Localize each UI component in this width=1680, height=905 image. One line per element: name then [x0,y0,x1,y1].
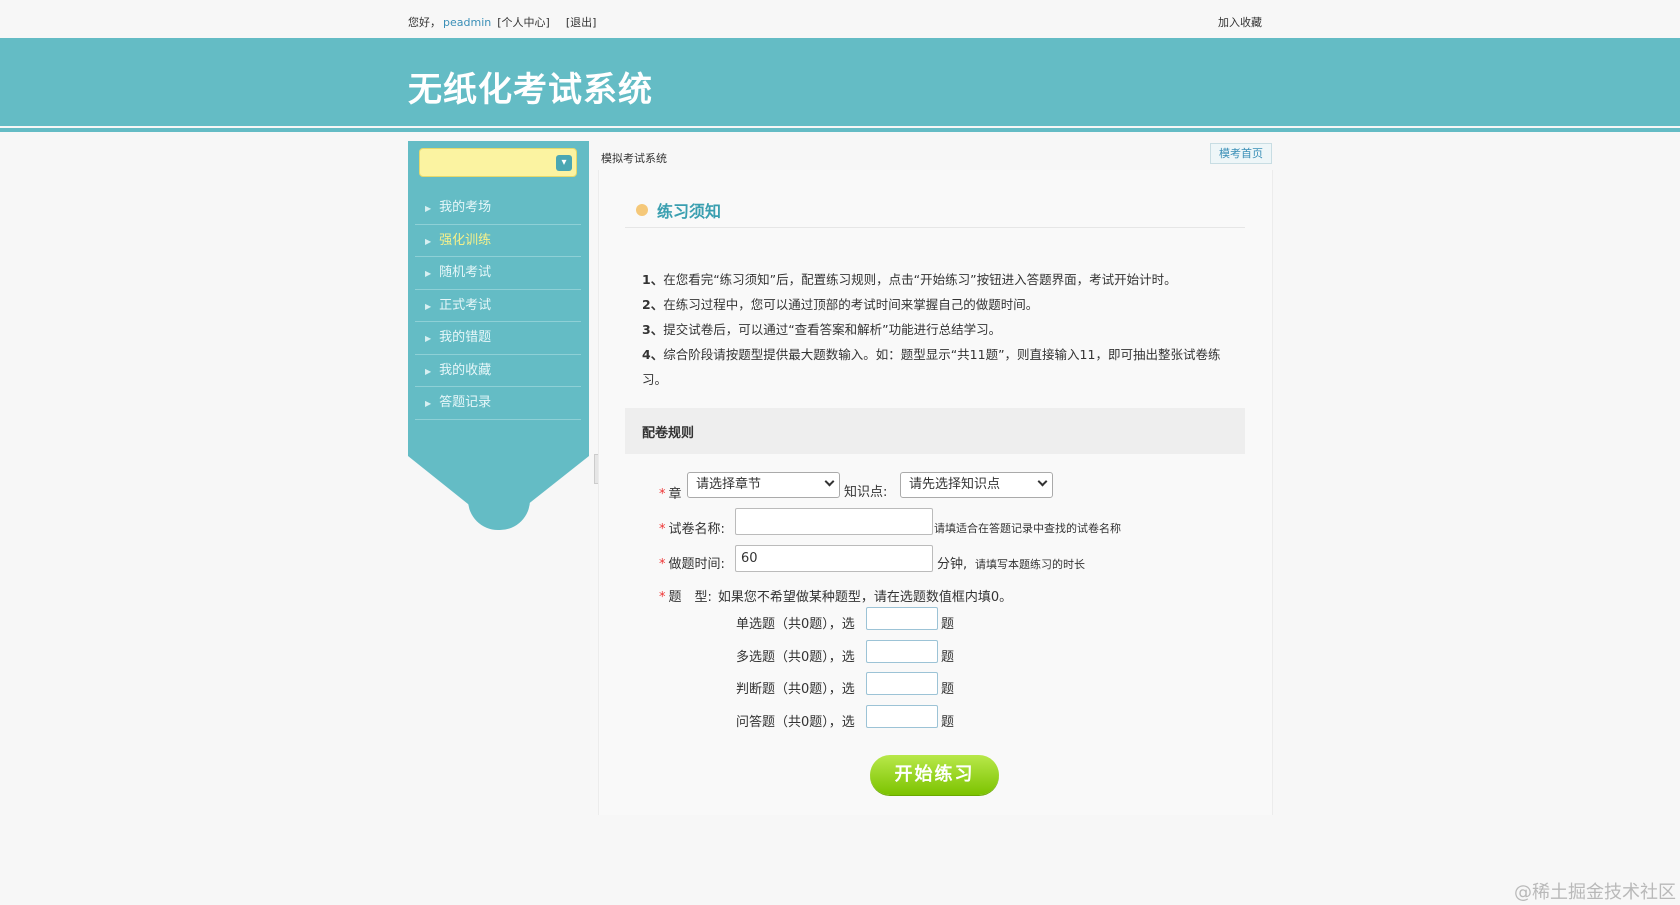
sidebar-menu: ▶ 我的考场 ▶ 强化训练 ▶ 随机考试 ▶ 正式考试 ▶ 我的错题 ▶ 我的收藏 ▶ 答题记… [415,192,581,420]
dot-icon [636,204,648,216]
required-mark: * [659,487,666,502]
judge-count-input[interactable] [866,672,938,695]
qa-count-input[interactable] [866,705,938,728]
top-bar: 您好， peadmin [个人中心] [退出] 加入收藏 [0,0,1680,38]
breadcrumb: 模拟考试系统 [601,152,667,165]
rule-item: 1、在您看完“练习须知”后，配置练习规则，点击“开始练习”按钮进入答题界面，考试… [642,267,1232,292]
rule-item: 2、在练习过程中，您可以通过顶部的考试时间来掌握自己的做题时间。 [642,292,1232,317]
time-input[interactable]: 60 [735,545,933,572]
rule-number: 1、 [642,272,664,287]
type-unit: 题 [941,682,955,697]
rule-text: 提交试卷后，可以通过“查看答案和解析”功能进行总结学习。 [663,322,1002,337]
type-label: 题 型: [668,590,712,605]
type-unit: 题 [941,617,955,632]
subject-select[interactable]: ▾ [419,148,577,177]
watermark: @稀土掘金技术社区 [1514,882,1676,903]
knowledge-select-value: 请先选择知识点 [909,477,1001,492]
config-section-header: 配卷规则 [625,408,1245,454]
sidebar-item-my-mistakes[interactable]: ▶ 我的错题 [415,322,581,355]
type-qa-label: 问答题（共0题），选 [736,715,855,730]
time-hint: 请填写本题练习的时长 [975,558,1085,571]
sidebar-item-label: 答题记录 [439,395,492,410]
caret-right-icon: ▶ [425,399,432,408]
header-divider [0,128,1680,132]
sidebar-item-intensive-training[interactable]: ▶ 强化训练 [415,225,581,257]
required-mark: * [659,590,666,605]
required-mark: * [659,522,666,537]
type-unit: 题 [941,650,955,665]
chevron-down-icon [824,476,835,487]
type-row: * 题 型: 如果您不希望做某种题型，请在选题数值框内填0。 [659,586,1012,605]
username-link[interactable]: peadmin [443,16,491,29]
greeting: 您好， [408,16,441,29]
sidebar-item-label: 强化训练 [439,232,492,248]
rule-text: 在练习过程中，您可以通过顶部的考试时间来掌握自己的做题时间。 [663,297,1039,312]
chapter-label: * 章 [659,483,682,502]
type-judge-label: 判断题（共0题），选 [736,682,855,697]
knowledge-select[interactable]: 请先选择知识点 [900,472,1053,498]
bookmark-link[interactable]: 加入收藏 [1218,14,1262,30]
notice-rules: 1、在您看完“练习须知”后，配置练习规则，点击“开始练习”按钮进入答题界面，考试… [642,267,1232,392]
sidebar-item-label: 我的错题 [439,330,492,345]
required-mark: * [659,557,666,572]
site-title: 无纸化考试系统 [408,70,653,110]
chevron-down-icon [1037,476,1048,487]
rule-number: 2、 [642,297,664,312]
logout-link[interactable]: [退出] [566,16,597,29]
paper-name-hint: 请填适合在答题记录中查找的试卷名称 [934,522,1121,535]
chapter-select[interactable]: 请选择章节 [687,472,840,498]
knowledge-label: 知识点: [844,485,888,500]
chevron-down-icon: ▾ [556,155,572,171]
sidebar-item-label: 正式考试 [439,297,492,313]
sidebar-item-label: 我的收藏 [439,362,492,378]
type-multi-label: 多选题（共0题），选 [736,650,855,665]
user-info: 您好， peadmin [个人中心] [退出] [408,14,612,30]
sidebar-item-formal-exam[interactable]: ▶ 正式考试 [415,290,581,322]
rule-text: 综合阶段请按题型提供最大题数输入。如：题型显示“共11题”，则直接输入11，即可… [642,347,1221,387]
paper-name-input[interactable] [735,508,933,535]
header-banner: 无纸化考试系统 [0,38,1680,126]
rule-item: 4、综合阶段请按题型提供最大题数输入。如：题型显示“共11题”，则直接输入11，… [642,342,1232,392]
chapter-label-text: 章 [668,487,682,502]
type-hint: 如果您不希望做某种题型，请在选题数值框内填0。 [717,590,1013,605]
type-single-label: 单选题（共0题），选 [736,617,855,632]
time-label-text: 做题时间: [668,557,725,572]
rule-number: 4、 [642,347,664,362]
caret-right-icon: ▶ [425,269,432,278]
caret-right-icon: ▶ [425,236,432,246]
caret-right-icon: ▶ [425,334,432,343]
paper-name-label: * 试卷名称: [659,518,725,537]
sidebar-item-label: 我的考场 [439,200,492,215]
sidebar-item-label: 随机考试 [439,265,492,280]
caret-right-icon: ▶ [425,366,432,376]
sidebar-item-answer-records[interactable]: ▶ 答题记录 [415,387,581,420]
config-title: 配卷规则 [642,426,695,441]
rule-item: 3、提交试卷后，可以通过“查看答案和解析”功能进行总结学习。 [642,317,1232,342]
notice-divider [625,227,1245,228]
notice-title: 练习须知 [657,202,722,221]
paper-name-label-text: 试卷名称: [668,522,725,537]
profile-link[interactable]: [个人中心] [497,16,550,29]
type-unit: 题 [941,715,955,730]
caret-right-icon: ▶ [425,301,432,311]
sidebar-item-my-exam-room[interactable]: ▶ 我的考场 [415,192,581,225]
single-choice-count-input[interactable] [866,607,938,630]
start-practice-button[interactable]: 开始练习 [870,755,999,795]
rule-number: 3、 [642,322,664,337]
sidebar-item-random-exam[interactable]: ▶ 随机考试 [415,257,581,290]
time-label: * 做题时间: [659,553,725,572]
mock-home-button[interactable]: 模考首页 [1210,143,1272,164]
time-unit: 分钟, [937,557,968,572]
caret-right-icon: ▶ [425,204,432,213]
sidebar-item-my-favorites[interactable]: ▶ 我的收藏 [415,355,581,387]
rule-text: 在您看完“练习须知”后，配置练习规则，点击“开始练习”按钮进入答题界面，考试开始… [663,272,1177,287]
multi-choice-count-input[interactable] [866,640,938,663]
chapter-select-value: 请选择章节 [696,477,762,492]
